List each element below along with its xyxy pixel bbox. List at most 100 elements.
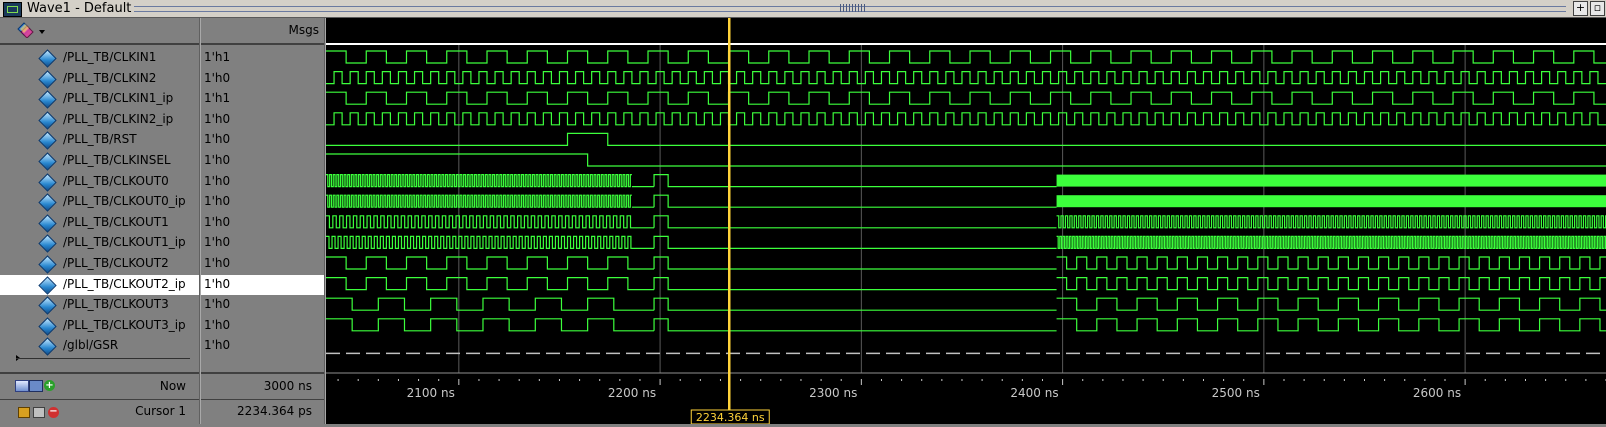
restore-button[interactable]: ▫ bbox=[1590, 1, 1605, 16]
signal-value-row[interactable]: 1'h1 bbox=[201, 48, 325, 68]
signal-row[interactable]: /PLL_TB/CLKIN1 bbox=[0, 48, 200, 68]
waveform-7 bbox=[326, 194, 1057, 208]
zoom-icon[interactable] bbox=[15, 380, 29, 392]
signal-name: /PLL_TB/CLKOUT2_ip bbox=[63, 276, 186, 291]
waveform-8 bbox=[1056, 215, 1606, 229]
signal-diamond-icon bbox=[38, 131, 57, 151]
delete-cursor-icon[interactable]: − bbox=[48, 407, 59, 418]
signal-row[interactable]: /PLL_TB/CLKOUT2 bbox=[0, 254, 200, 274]
signal-value: 1'h0 bbox=[204, 297, 231, 312]
waveform-canvas[interactable]: 2100 ns 2200 ns 2300 ns 2400 ns 2500 ns 2600 … bbox=[326, 18, 1606, 425]
signal-row[interactable]: /glbl/GSR bbox=[0, 336, 200, 357]
ruler-label: 2500 ns bbox=[1212, 386, 1260, 400]
divider bbox=[201, 372, 325, 374]
chevron-down-icon[interactable] bbox=[39, 30, 45, 34]
signal-row[interactable]: /PLL_TB/CLKIN2_ip bbox=[0, 110, 200, 130]
signal-value-row[interactable]: 1'h0 bbox=[201, 192, 325, 212]
ruler-label: 2600 ns bbox=[1413, 386, 1461, 400]
signal-name: /PLL_TB/CLKOUT0 bbox=[63, 173, 169, 188]
signal-name: /PLL_TB/RST bbox=[63, 132, 137, 147]
signal-row[interactable]: /PLL_TB/CLKOUT1_ip bbox=[0, 233, 200, 254]
signal-diamond-icon bbox=[38, 90, 57, 109]
lock-icon[interactable] bbox=[18, 407, 30, 418]
signal-row[interactable]: /PLL_TB/RST bbox=[0, 130, 200, 151]
maximize-button[interactable]: + bbox=[1573, 1, 1588, 16]
ruler-label: 2300 ns bbox=[809, 386, 857, 400]
signal-row[interactable]: /PLL_TB/CLKOUT0_ip bbox=[0, 192, 200, 212]
signal-value-row[interactable]: 1'h0 bbox=[201, 295, 325, 315]
signal-diamond-icon bbox=[38, 214, 57, 233]
signal-value-row[interactable]: 1'h0 bbox=[201, 254, 325, 274]
signal-name: /PLL_TB/CLKIN1_ip bbox=[63, 91, 174, 106]
edit-icon[interactable] bbox=[33, 407, 45, 418]
signal-diamond-icon bbox=[38, 337, 57, 357]
signal-diamond-icon bbox=[38, 275, 57, 295]
signal-row[interactable]: /PLL_TB/CLKOUT0 bbox=[0, 172, 200, 192]
signal-name: /PLL_TB/CLKINSEL bbox=[63, 153, 171, 167]
divider bbox=[0, 399, 200, 400]
signal-name: /PLL_TB/CLKIN2 bbox=[63, 70, 157, 85]
waveform-dense-6 bbox=[1056, 174, 1606, 187]
signal-row[interactable]: /PLL_TB/CLKINSEL bbox=[0, 151, 200, 171]
signal-value-row[interactable]: 1'h0 bbox=[201, 110, 325, 130]
signal-diamond-icon bbox=[38, 296, 57, 315]
signal-value-row[interactable]: 1'h0 bbox=[201, 69, 325, 89]
cursor-label: Cursor 1 bbox=[135, 404, 186, 418]
signal-value: 1'h0 bbox=[204, 338, 231, 353]
signal-row[interactable]: /PLL_TB/CLKOUT2_ip bbox=[0, 274, 200, 295]
signal-diamond-icon bbox=[38, 111, 57, 130]
divider bbox=[201, 399, 325, 400]
signal-name: /PLL_TB/CLKOUT0_ip bbox=[63, 194, 186, 209]
signal-value-row[interactable]: 1'h0 bbox=[201, 151, 325, 171]
value-pane: Msgs 1'h1 1'h0 1'h1 1'h0 1'h0 1'h0 1'h0 1'h0 1'h… bbox=[201, 18, 325, 424]
signal-value-row[interactable]: 1'h0 bbox=[201, 130, 325, 150]
window-title: Wave1 - Default bbox=[27, 1, 132, 16]
signal-value-row[interactable]: 1'h0 bbox=[201, 274, 325, 295]
signal-value: 1'h0 bbox=[204, 111, 231, 126]
signal-row[interactable]: /PLL_TB/CLKOUT3_ip bbox=[0, 316, 200, 336]
signal-value-row[interactable]: 1'h0 bbox=[201, 336, 325, 356]
signal-diamond-icon bbox=[38, 234, 57, 254]
signal-name-pane: /PLL_TB/CLKIN1/PLL_TB/CLKIN2/PLL_TB/CLKI… bbox=[0, 18, 200, 424]
waveform-13 bbox=[1056, 318, 1606, 332]
signal-value: 1'h0 bbox=[204, 256, 231, 270]
ruler-label: 2200 ns bbox=[608, 386, 656, 400]
signal-row[interactable]: /PLL_TB/CLKOUT1 bbox=[0, 213, 200, 233]
save-icon[interactable] bbox=[29, 380, 43, 392]
signal-value-row[interactable]: 1'h0 bbox=[201, 233, 325, 253]
signal-value: 1'h0 bbox=[204, 132, 231, 147]
app-icon bbox=[3, 2, 22, 17]
signal-value-row[interactable]: 1'h1 bbox=[201, 89, 325, 109]
wave-window[interactable]: 2100 ns 2200 ns 2300 ns 2400 ns 2500 ns 2600 … bbox=[326, 18, 1606, 425]
waveform-2 bbox=[326, 91, 1606, 105]
waveform-12 bbox=[326, 297, 1057, 311]
signal-value: 1'h0 bbox=[204, 317, 231, 332]
signal-name: /PLL_TB/CLKOUT3_ip bbox=[63, 317, 186, 332]
waveform-12 bbox=[1056, 297, 1606, 311]
waveform-10 bbox=[326, 256, 1057, 270]
value-pane-header: Msgs bbox=[201, 18, 325, 45]
now-label: Now bbox=[159, 379, 186, 393]
grip-handle-icon[interactable] bbox=[840, 4, 866, 12]
signal-diamond-icon bbox=[38, 172, 57, 192]
signal-diamond-icon bbox=[38, 69, 57, 89]
divider bbox=[16, 358, 190, 359]
wave-tool-icon[interactable] bbox=[16, 22, 36, 39]
signal-value: 1'h0 bbox=[204, 276, 231, 291]
signal-row[interactable]: /PLL_TB/CLKIN2 bbox=[0, 69, 200, 89]
signal-name: /PLL_TB/CLKIN2_ip bbox=[63, 111, 174, 126]
signal-value: 1'h0 bbox=[204, 194, 231, 209]
signal-row[interactable]: /PLL_TB/CLKIN1_ip bbox=[0, 89, 200, 109]
signal-value-row[interactable]: 1'h0 bbox=[201, 213, 325, 233]
cursor-tag: 2234.364 ns bbox=[696, 411, 765, 424]
waveform-5 bbox=[326, 153, 1606, 167]
signal-diamond-icon bbox=[38, 255, 57, 274]
waveform-6 bbox=[326, 174, 1057, 188]
signal-value-row[interactable]: 1'h0 bbox=[201, 316, 325, 336]
waveform-0 bbox=[326, 50, 1606, 64]
signal-value-row[interactable]: 1'h0 bbox=[201, 172, 325, 192]
signal-row[interactable]: /PLL_TB/CLKOUT3 bbox=[0, 295, 200, 315]
add-cursor-icon[interactable]: + bbox=[44, 380, 55, 391]
signal-name: /PLL_TB/CLKOUT1_ip bbox=[63, 235, 186, 250]
title-bar: Wave1 - Default + ▫ bbox=[0, 0, 1606, 18]
